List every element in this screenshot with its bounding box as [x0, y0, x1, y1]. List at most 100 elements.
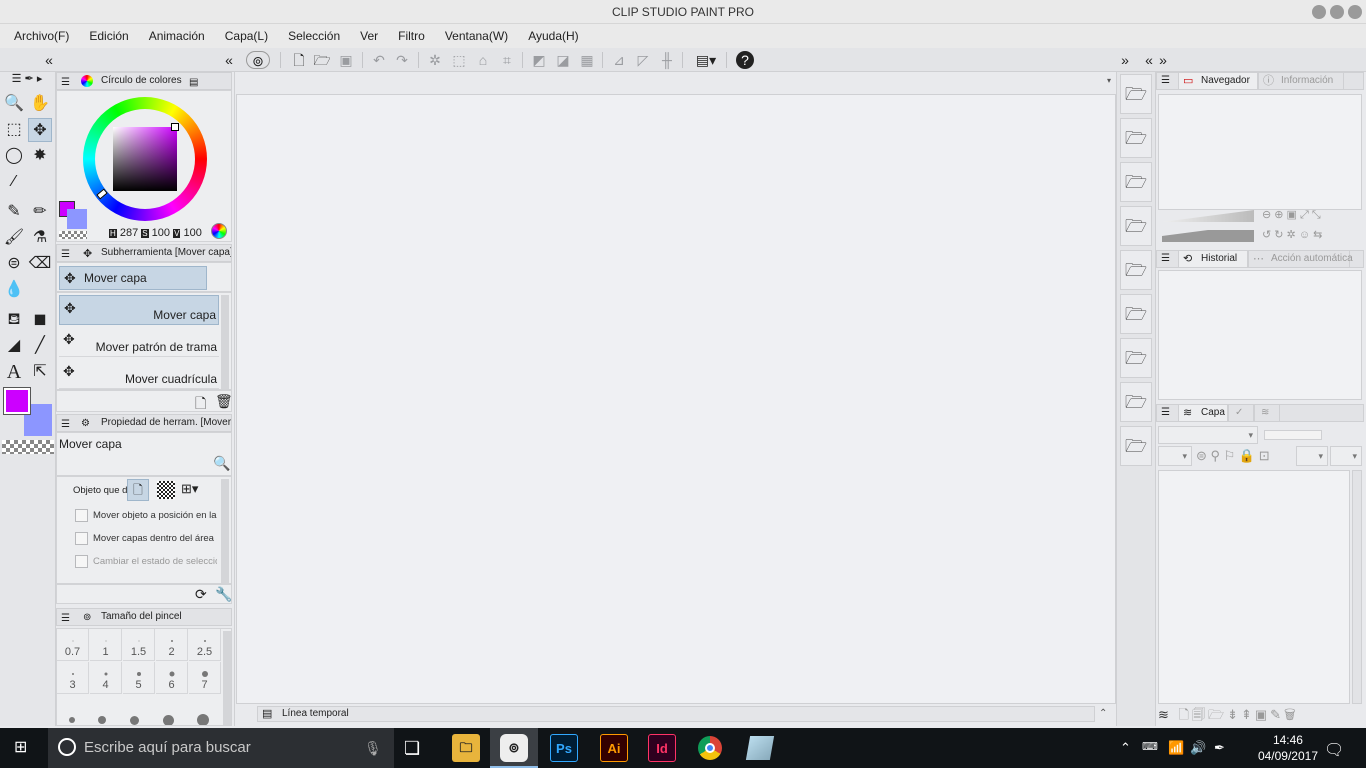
expand-right-icon[interactable]: » — [1116, 51, 1134, 69]
fill-icon[interactable]: ⌂ — [474, 51, 492, 69]
file-explorer-icon[interactable]: 🗀 — [452, 734, 480, 762]
snap-icon[interactable]: ◸ — [634, 51, 652, 69]
canvas-area[interactable] — [236, 94, 1116, 704]
fill-tool-icon[interactable]: ⛾ — [2, 308, 26, 332]
photoshop-icon[interactable]: Ps — [550, 734, 578, 762]
menu-animacion[interactable]: Animación — [139, 29, 215, 43]
clip-studio-icon[interactable]: ⊚ — [246, 51, 270, 69]
tab-auto-action[interactable]: ⋯ Acción automática — [1248, 250, 1353, 268]
menu-archivo[interactable]: Archivo(F) — [4, 29, 79, 43]
redo-icon[interactable]: ↷ — [393, 51, 411, 69]
lasso-tool-icon[interactable]: ◯ — [2, 144, 26, 168]
check-3[interactable] — [75, 555, 88, 568]
invert-selection-icon[interactable]: ◪ — [554, 51, 572, 69]
object-tool-icon[interactable]: ⬚ — [2, 118, 26, 142]
ruler-icon[interactable]: ⊿ — [610, 51, 628, 69]
save-icon[interactable]: ▣ — [337, 51, 355, 69]
menu-seleccion[interactable]: Selección — [278, 29, 350, 43]
delete-subtool-icon[interactable]: 🗑 — [215, 393, 233, 410]
menu-ventana[interactable]: Ventana(W) — [435, 29, 518, 43]
brush-size-cell[interactable]: 4 — [90, 662, 122, 694]
zoom-slider[interactable] — [1162, 210, 1254, 222]
brush-size-cell[interactable]: 1.5 — [123, 629, 155, 661]
brush-tool-icon[interactable]: 🖌 — [2, 226, 26, 250]
clear-icon[interactable]: ✲ — [426, 51, 444, 69]
navigator-rotate-controls[interactable]: ↺ ↻ ✲ ☺ ⇆ — [1262, 228, 1322, 241]
main-color-swatch[interactable] — [3, 387, 31, 415]
keyboard-icon[interactable]: ⌨ — [1142, 740, 1158, 753]
microphone-icon[interactable]: 🎙 — [364, 728, 382, 768]
deselect-icon[interactable]: ◩ — [530, 51, 548, 69]
brush-size-cell[interactable]: 6 — [156, 662, 188, 694]
material-image-icon[interactable]: 🗁 — [1120, 118, 1152, 158]
eyedropper-icon[interactable]: ⁄ — [2, 170, 26, 194]
target-layer-button[interactable]: 🗋 — [127, 479, 149, 501]
material-doc-icon[interactable]: 🗁 — [1120, 294, 1152, 334]
taskbar-search-box[interactable]: Escribe aquí para buscar 🎙 — [48, 728, 394, 768]
undo-icon[interactable]: ↶ — [370, 51, 388, 69]
indesign-icon[interactable]: Id — [648, 734, 676, 762]
layer-mask-select[interactable]: ▾ — [1330, 446, 1362, 466]
history-list[interactable] — [1158, 270, 1362, 400]
material-tone-icon[interactable]: 🗁 — [1120, 206, 1152, 246]
illustrator-icon[interactable]: Ai — [600, 734, 628, 762]
wrench-icon[interactable]: 🔧 — [215, 586, 232, 603]
navigator-preview[interactable] — [1158, 94, 1362, 210]
tab-layer-search[interactable]: ≋ — [1254, 404, 1280, 422]
brush-size-cell[interactable]: 2.5 — [189, 629, 221, 661]
reset-icon[interactable]: ⟳ — [195, 586, 207, 603]
material-download-2-icon[interactable]: 🗁 — [1120, 426, 1152, 466]
collapse-left-panel-icon[interactable]: « — [220, 51, 238, 69]
operation-tool-icon[interactable]: ⇱ — [28, 360, 52, 384]
cw-sub-color[interactable] — [67, 209, 87, 229]
taskbar-clock[interactable]: 14:46 04/09/2017 — [1258, 732, 1318, 764]
rotate-slider[interactable] — [1162, 230, 1254, 242]
expression-color-select[interactable]: ▾ — [1158, 446, 1192, 466]
network-icon[interactable]: 📶 — [1168, 740, 1184, 756]
eraser-tool-icon[interactable]: ⌫ — [28, 252, 52, 276]
free-transform-icon[interactable]: ⌗ — [498, 51, 516, 69]
menu-capa[interactable]: Capa(L) — [215, 29, 278, 43]
tab-navigator[interactable]: ▭ Navegador — [1178, 72, 1258, 90]
brush-size-cell[interactable]: 1 — [90, 629, 122, 661]
check-1[interactable] — [75, 509, 88, 522]
help-icon[interactable]: ? — [736, 51, 754, 69]
material-cross-icon[interactable]: 🗁 — [1120, 162, 1152, 202]
layer-scrollbar[interactable] — [1352, 470, 1362, 704]
grid-snap-icon[interactable]: ╫ — [658, 51, 676, 69]
menu-ver[interactable]: Ver — [350, 29, 388, 43]
blend-tool-icon[interactable]: 💧 — [2, 278, 26, 302]
chrome-icon[interactable] — [698, 736, 722, 760]
task-view-icon[interactable]: ❏ — [404, 738, 420, 759]
tray-chevron-icon[interactable]: ⌃ — [1120, 740, 1131, 756]
airbrush-tool-icon[interactable]: ⚗ — [28, 226, 52, 250]
subtool-item-mover-capa[interactable]: ✥ Mover capa — [59, 295, 219, 325]
layer-color-select[interactable]: ▾ — [1296, 446, 1328, 466]
color-slider-tab-icon[interactable]: ▤ — [189, 75, 198, 89]
subtool-group-tab[interactable]: ✥ Mover capa — [59, 266, 207, 290]
material-download-icon[interactable]: 🗁 — [1120, 382, 1152, 422]
brush-size-cell[interactable]: 2 — [156, 629, 188, 661]
color-mode-icon[interactable] — [211, 223, 227, 239]
target-tone-button[interactable] — [157, 481, 175, 499]
menu-filtro[interactable]: Filtro — [388, 29, 435, 43]
brush-size-scrollbar[interactable] — [223, 631, 231, 725]
layer-footer-icons[interactable]: ≋ 🗋🗐🗁⇟⇞▣✎🗑 — [1158, 706, 1364, 726]
check-2[interactable] — [75, 532, 88, 545]
subtool-item-mover-cuadricula[interactable]: ✥ Mover cuadrícula — [59, 359, 219, 389]
cw-transparent[interactable] — [59, 231, 87, 239]
transparent-color-swatch[interactable] — [2, 440, 54, 454]
menu-ayuda[interactable]: Ayuda(H) — [518, 29, 588, 43]
text-tool-icon[interactable]: A — [2, 360, 26, 384]
magic-wand-icon[interactable]: ✸ — [28, 144, 52, 168]
layer-list[interactable] — [1158, 470, 1350, 704]
brush-size-cell[interactable]: 5 — [123, 662, 155, 694]
subtool-item-mover-patron[interactable]: ✥ Mover patrón de trama — [59, 327, 219, 357]
volume-icon[interactable]: 🔊 — [1190, 740, 1206, 756]
maximize-button[interactable] — [1330, 5, 1344, 19]
tool-property-zoom-icon[interactable]: 🔍 — [213, 455, 230, 472]
color-wheel-tab-icon[interactable] — [81, 75, 93, 87]
move-layer-tool-icon[interactable]: ✥ — [28, 118, 52, 142]
screen-tool-icon[interactable] — [745, 736, 775, 760]
opacity-slider[interactable] — [1264, 430, 1322, 440]
